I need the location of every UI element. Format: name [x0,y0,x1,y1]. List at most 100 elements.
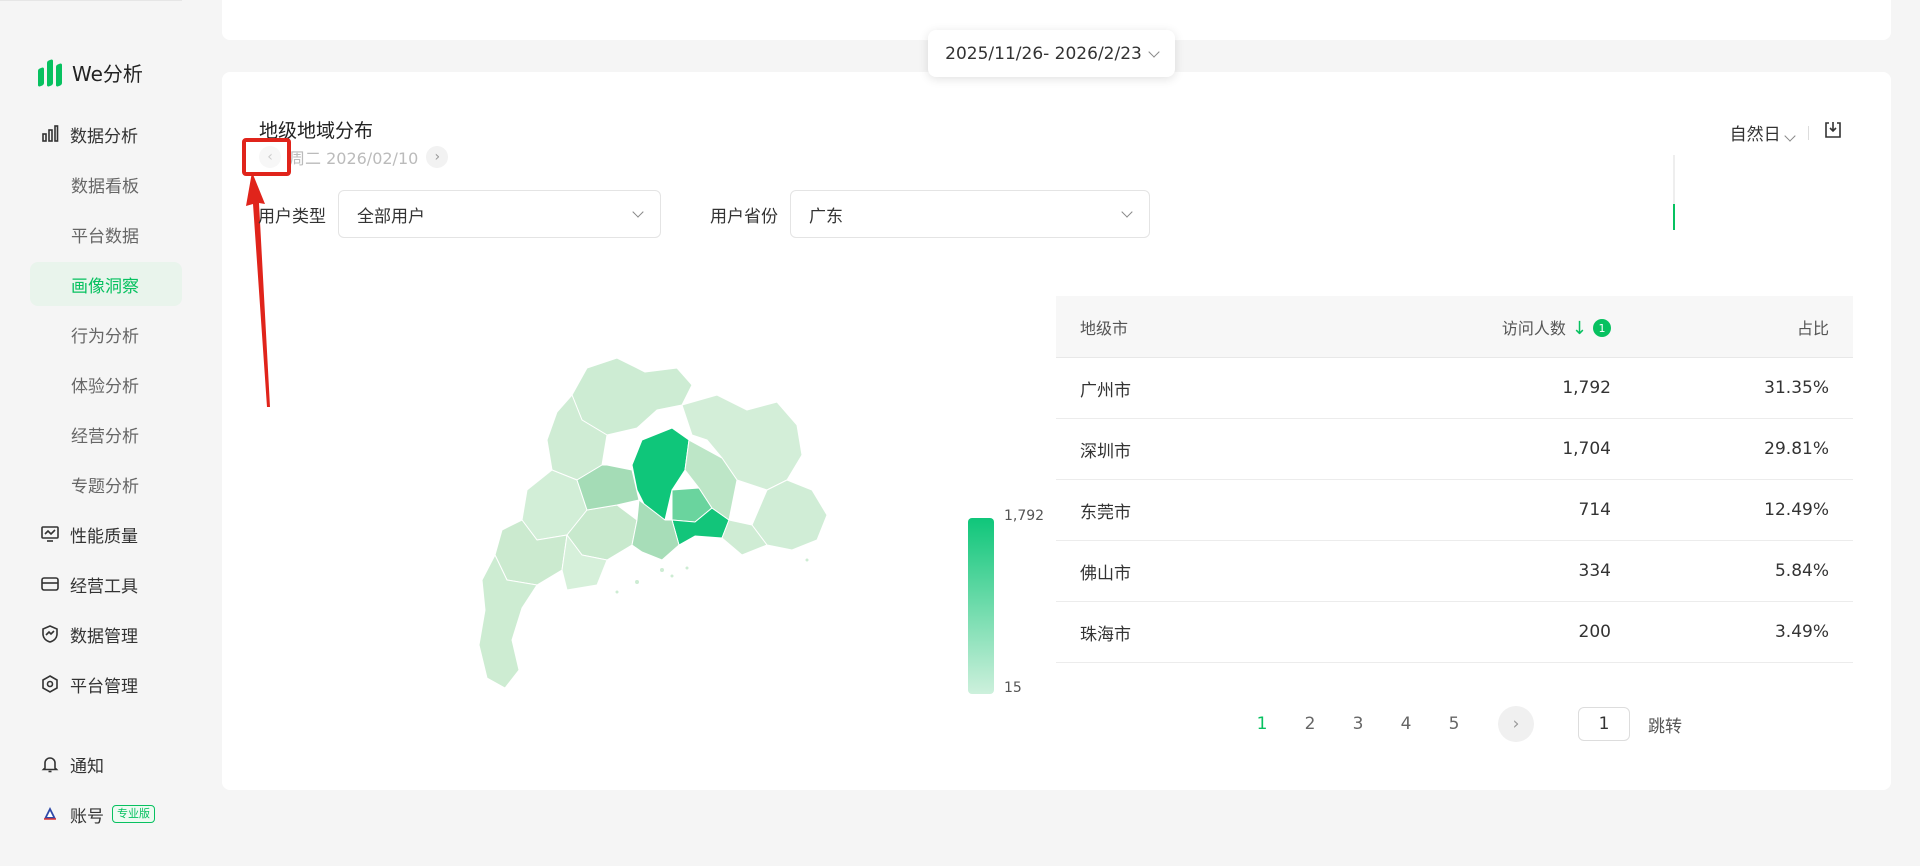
app-logo[interactable]: We分析 [38,58,143,87]
city-table: 地级市 访问人数 ↓ 1 占比 广州市 1,792 31.35% 深圳市 1,704… [1056,296,1853,663]
app-name: We分析 [72,62,143,86]
page-3-button[interactable]: 3 [1334,714,1382,734]
jump-button[interactable]: 跳转 [1648,712,1682,737]
page-2-button[interactable]: 2 [1286,714,1334,734]
sort-desc-icon[interactable]: ↓ [1572,318,1587,339]
divider [0,0,182,1]
next-page-button[interactable]: › [1498,706,1534,742]
cell-city: 东莞市 [1080,502,1131,523]
sidebar-item-behavior-analysis[interactable]: 行为分析 [30,312,182,356]
cell-share: 31.35% [1764,378,1829,398]
province-value: 广东 [809,206,843,227]
cell-visitors: 714 [1578,500,1611,520]
date-range-picker[interactable]: 2025/11/26- 2026/2/23 [928,30,1175,77]
download-icon[interactable] [1823,120,1843,145]
table-row[interactable]: 东莞市 714 12.49% [1056,480,1853,541]
header-visitors[interactable]: 访问人数 ↓ 1 [1306,315,1611,339]
granularity-value: 自然日 [1729,125,1781,145]
sidebar-footer: 通知 账号 专业版 [30,742,182,842]
user-type-value: 全部用户 [357,206,425,227]
table-row[interactable]: 珠海市 200 3.49% [1056,602,1853,663]
jump-page-input[interactable]: 1 [1578,707,1630,741]
legend-min-value: 15 [1004,680,1022,696]
sidebar-item-performance[interactable]: 性能质量 [30,512,182,556]
chevron-right-icon: › [1512,714,1520,734]
we-logo-icon [38,58,64,87]
chevron-down-icon [632,206,644,218]
sidebar-item-label: 经营工具 [70,576,138,597]
current-date-label: 周二 2026/02/10 [289,149,419,168]
sidebar-item-label: 账号 [70,806,104,827]
bell-icon [40,754,60,774]
table-row[interactable]: 广州市 1,792 31.35% [1056,358,1853,419]
sidebar-item-business-tools[interactable]: 经营工具 [30,562,182,606]
guangdong-map[interactable] [467,340,897,700]
divider [1808,125,1809,140]
sidebar-item-label: 行为分析 [71,326,139,347]
legend-gradient-bar[interactable] [968,518,994,694]
sidebar-item-label: 数据看板 [71,176,139,197]
page-1-button[interactable]: 1 [1238,714,1286,734]
next-date-button[interactable]: › [426,146,449,168]
sidebar-item-label: 画像洞察 [71,276,139,297]
cell-city: 珠海市 [1080,624,1131,645]
sidebar-item-portrait-insight[interactable]: 画像洞察 [30,262,182,306]
cell-city: 佛山市 [1080,563,1131,584]
cell-share: 5.84% [1774,561,1829,581]
region-distribution-card: 地级地域分布 ‹ 周二 2026/02/10 › 用户类型 全部用户 用户省份 … [222,72,1891,790]
sidebar-item-notify[interactable]: 通知 [30,742,182,786]
sidebar-item-label: 平台管理 [70,676,138,697]
granularity-select[interactable]: 自然日 [1729,120,1796,145]
sidebar-item-data-management[interactable]: 数据管理 [30,612,182,656]
card-toolbar: 自然日 [1730,120,1843,145]
sidebar-item-label: 数据管理 [70,626,138,647]
header-visitors-label: 访问人数 [1501,318,1566,338]
table-row[interactable]: 深圳市 1,704 29.81% [1056,419,1853,480]
sidebar-item-label: 经营分析 [71,426,139,447]
province-select[interactable]: 广东 [790,190,1150,238]
cell-share: 3.49% [1774,622,1829,642]
store-icon [40,574,60,594]
pagination: 1 2 3 4 5 › 1 跳转 [1238,706,1682,742]
avatar-icon [40,804,60,824]
pro-badge: 专业版 [112,805,155,823]
monitor-icon [40,524,60,544]
sidebar: We分析 数据分析 数据看板 平台数据 画像洞察 行为分析 体验分析 经营分析 … [0,0,204,866]
sidebar-item-topic-analysis[interactable]: 专题分析 [30,462,182,506]
header-city: 地级市 [1080,318,1129,338]
table-header: 地级市 访问人数 ↓ 1 占比 [1056,296,1853,358]
sort-order-badge: 1 [1593,319,1611,337]
sidebar-item-label: 通知 [70,756,104,777]
legend-max-value: 1,792 [1004,508,1045,524]
user-type-filter: 用户类型 全部用户 [258,190,661,238]
cell-city: 广州市 [1080,380,1131,401]
sidebar-item-platform-data[interactable]: 平台数据 [30,212,182,256]
cell-share: 29.81% [1764,439,1829,459]
page-4-button[interactable]: 4 [1382,714,1430,734]
sidebar-item-business-analysis[interactable]: 经营分析 [30,412,182,456]
bar-chart-icon [40,124,60,144]
hexagon-settings-icon [40,674,60,694]
table-row[interactable]: 佛山市 334 5.84% [1056,541,1853,602]
province-filter: 用户省份 广东 [710,190,1150,238]
annotation-highlight-box [242,138,291,176]
cell-visitors: 1,704 [1562,439,1611,459]
province-label: 用户省份 [710,206,778,227]
sidebar-item-platform-management[interactable]: 平台管理 [30,662,182,706]
data-shield-icon [40,624,60,644]
sidebar-nav: 数据分析 数据看板 平台数据 画像洞察 行为分析 体验分析 经营分析 专题分析 … [30,112,182,712]
date-range-value: 2025/11/26- 2026/2/23 [945,43,1142,64]
sidebar-item-label: 数据分析 [70,126,138,147]
sidebar-item-label: 性能质量 [70,526,138,547]
map-legend: 1,792 15 [968,508,1044,696]
page-5-button[interactable]: 5 [1430,714,1478,734]
sidebar-item-data-analysis[interactable]: 数据分析 [30,112,182,156]
scroll-indicator[interactable] [1673,155,1675,230]
user-type-label: 用户类型 [258,206,326,227]
sidebar-item-experience-analysis[interactable]: 体验分析 [30,362,182,406]
cell-city: 深圳市 [1080,441,1131,462]
sidebar-item-dashboard[interactable]: 数据看板 [30,162,182,206]
sidebar-item-account[interactable]: 账号 专业版 [30,792,182,836]
user-type-select[interactable]: 全部用户 [338,190,661,238]
chevron-down-icon [1121,206,1133,218]
